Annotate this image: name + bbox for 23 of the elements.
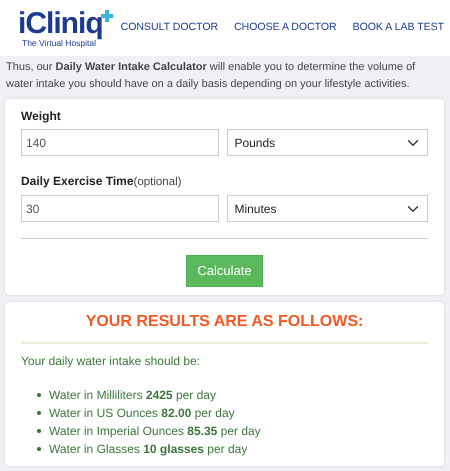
result-item: Water in US Ounces 82.00 per day	[49, 404, 235, 422]
result-item: Water in Milliliters 2425 per day	[49, 386, 216, 404]
plus-icon	[100, 10, 113, 22]
unit-select[interactable]: Minutes	[227, 195, 428, 222]
results-lead: Your daily water intake should be:	[21, 352, 202, 370]
bullet-icon	[37, 446, 41, 451]
result-item: Water in Imperial Ounces 85.35 per day	[49, 422, 261, 440]
number-input[interactable]: 140	[21, 129, 220, 156]
field-label: Daily Exercise Time(optional)	[21, 173, 182, 190]
result-item: Water in Glasses 10 glasses per day	[49, 440, 248, 458]
logo-text: iCliniq	[18, 8, 103, 39]
field-label: Weight	[21, 108, 62, 125]
results-title: YOUR RESULTS ARE AS FOLLOWS:	[84, 312, 364, 332]
bullet-icon	[37, 410, 41, 415]
intro-paragraph: Thus, our Daily Water Intake Calculator will enable you to determine the volume of water intake you should have on a daily basis depending on your lifestyle activities.	[5, 60, 416, 92]
nav-link[interactable]: CHOOSE A DOCTOR	[234, 20, 337, 36]
bullet-icon	[37, 392, 41, 397]
nav-link[interactable]: CONSULT DOCTOR	[120, 20, 218, 36]
nav-link[interactable]: BOOK A LAB TEST	[352, 20, 444, 36]
unit-select[interactable]: Pounds	[227, 129, 428, 156]
number-input[interactable]: 30	[21, 195, 220, 222]
bullet-icon	[37, 428, 41, 433]
logo-tagline: The Virtual Hospital	[22, 38, 96, 48]
